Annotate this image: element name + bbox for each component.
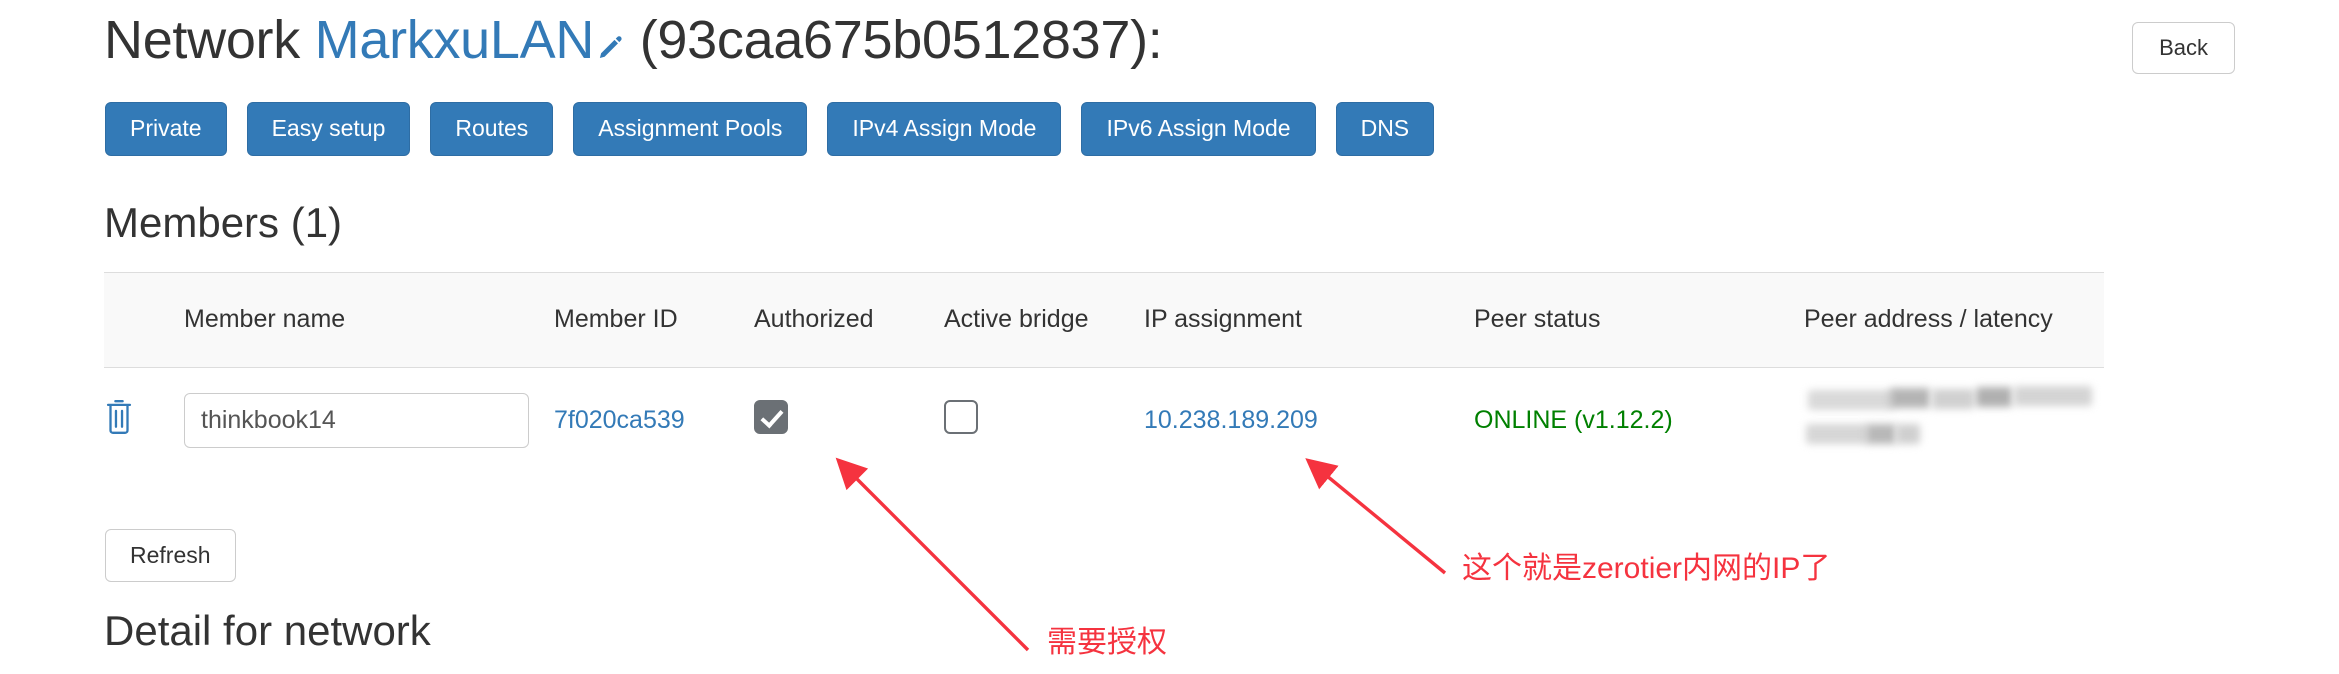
table-header-row: Member name Member ID Authorized Active … (104, 272, 2104, 368)
trash-icon[interactable] (104, 400, 134, 435)
refresh-button[interactable]: Refresh (105, 529, 236, 582)
peer-address-redacted (1804, 385, 2094, 456)
page-header: Network MarkxuLAN (93caa675b0512837): Ba… (104, 8, 2235, 77)
nav-button-dns[interactable]: DNS (1335, 102, 1435, 156)
column-header-actions (104, 272, 184, 368)
nav-button-ipv4-assign-mode[interactable]: IPv4 Assign Mode (827, 102, 1062, 156)
page-title: Network MarkxuLAN (93caa675b0512837): (104, 8, 1163, 77)
nav-button-assignment-pools[interactable]: Assignment Pools (573, 102, 808, 156)
ip-assignment-link[interactable]: 10.238.189.209 (1144, 406, 1318, 434)
pencil-icon[interactable] (595, 12, 625, 77)
active-bridge-checkbox[interactable] (944, 400, 978, 435)
column-header-ip-assignment: IP assignment (1144, 272, 1474, 368)
peer-status-label: ONLINE (v1.12.2) (1474, 406, 1673, 435)
nav-button-ipv6-assign-mode[interactable]: IPv6 Assign Mode (1081, 102, 1316, 156)
cell-active-bridge (944, 367, 1144, 474)
column-header-member-name: Member name (184, 272, 554, 368)
column-header-member-id: Member ID (554, 272, 754, 368)
members-table: Member name Member ID Authorized Active … (104, 272, 2104, 475)
members-table-head: Member name Member ID Authorized Active … (104, 272, 2104, 368)
network-detail-page: Network MarkxuLAN (93caa675b0512837): Ba… (0, 0, 2339, 674)
column-header-peer-status: Peer status (1474, 272, 1804, 368)
member-id-link[interactable]: 7f020ca539 (554, 406, 685, 434)
nav-button-easy-setup[interactable]: Easy setup (246, 102, 411, 156)
members-table-body: 7f020ca539 10.238.189.209 ONLINE (v1.12.… (104, 367, 2104, 474)
cell-peer-status: ONLINE (v1.12.2) (1474, 367, 1804, 474)
members-heading: Members (1) (104, 199, 343, 246)
table-row: 7f020ca539 10.238.189.209 ONLINE (v1.12.… (104, 367, 2104, 474)
cell-member-id: 7f020ca539 (554, 367, 754, 474)
back-button[interactable]: Back (2132, 22, 2235, 74)
network-name-label[interactable]: MarkxuLAN (315, 10, 595, 70)
member-name-input[interactable] (184, 393, 529, 449)
column-header-authorized: Authorized (754, 272, 944, 368)
annotation-zerotier-ip: 这个就是zerotier内网的IP了 (1462, 552, 1831, 585)
cell-ip-assignment: 10.238.189.209 (1144, 367, 1474, 474)
nav-button-private[interactable]: Private (105, 102, 227, 156)
network-nav-buttons: Private Easy setup Routes Assignment Poo… (105, 102, 1435, 156)
nav-button-routes[interactable]: Routes (430, 102, 554, 156)
detail-for-network-heading: Detail for network (104, 607, 431, 654)
column-header-peer-address: Peer address / latency (1804, 272, 2104, 368)
page-title-prefix: Network (104, 10, 315, 70)
column-header-active-bridge: Active bridge (944, 272, 1144, 368)
authorized-checkbox[interactable] (754, 400, 788, 435)
network-id-label: (93caa675b0512837): (625, 10, 1163, 70)
cell-actions (104, 367, 184, 474)
cell-authorized (754, 367, 944, 474)
annotation-needs-authorization: 需要授权 (1047, 626, 1167, 659)
cell-peer-address (1804, 367, 2104, 474)
cell-member-name (184, 367, 554, 474)
